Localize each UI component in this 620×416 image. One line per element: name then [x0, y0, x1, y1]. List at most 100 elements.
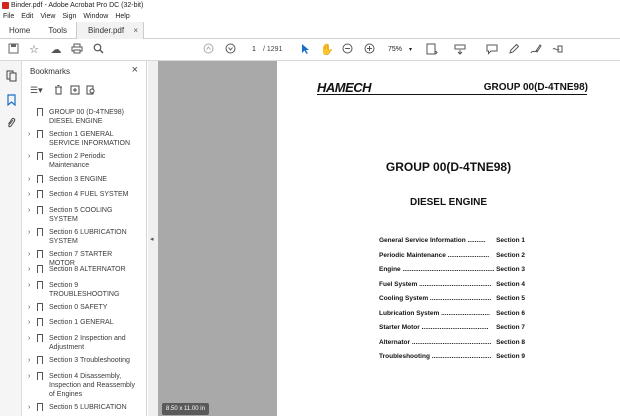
bookmark-item[interactable]: › Section 2 Periodic Maintenance — [22, 152, 136, 175]
toc-row: Periodic Maintenance ...................… — [379, 251, 525, 267]
chevron-right-icon[interactable]: › — [28, 356, 30, 365]
chevron-right-icon[interactable]: › — [28, 175, 30, 184]
bookmark-label: GROUP 00 (D-4TNE98) DIESEL ENGINE — [49, 109, 124, 125]
toc-label: Engine .................................… — [379, 266, 497, 273]
bookmark-label: Section 5 LUBRICATION — [49, 404, 127, 411]
menu-view[interactable]: View — [40, 11, 55, 22]
bookmark-panel-icon[interactable] — [5, 94, 17, 107]
bookmark-icon — [37, 281, 43, 289]
main-toolbar: ☆ ☁ 1 / 1291 ✋ 75% ▾ — [0, 39, 620, 61]
close-icon[interactable]: × — [132, 64, 138, 76]
bookmark-item[interactable]: › Section 6 LUBRICATION SYSTEM — [22, 228, 136, 250]
menu-help[interactable]: Help — [115, 11, 129, 22]
star-icon[interactable]: ☆ — [27, 43, 41, 57]
bookmark-item[interactable]: › Section 5 LUBRICATION — [22, 403, 136, 415]
chevron-right-icon[interactable]: › — [28, 228, 30, 237]
print-icon[interactable] — [70, 43, 84, 57]
bookmark-icon — [37, 152, 43, 160]
bookmark-item[interactable]: › Section 0 SAFETY — [22, 303, 136, 318]
zoom-in-icon[interactable] — [362, 43, 376, 57]
chevron-right-icon[interactable]: › — [28, 190, 30, 199]
next-page-icon[interactable] — [223, 43, 237, 57]
chevron-down-icon: ▾ — [408, 47, 412, 53]
menu-edit[interactable]: Edit — [21, 11, 33, 22]
tab-close-icon[interactable]: × — [133, 22, 138, 39]
bookmark-item[interactable]: › Section 5 COOLING SYSTEM — [22, 206, 136, 228]
tab-home[interactable]: Home — [0, 22, 39, 39]
table-of-contents: General Service Information .......... Se… — [379, 237, 525, 368]
draw-icon[interactable] — [529, 43, 543, 57]
bookmark-icon — [37, 265, 43, 273]
toc-label: Fuel System ............................… — [379, 280, 492, 288]
fill-sign-icon[interactable] — [550, 43, 564, 57]
options-menu-icon[interactable]: ☰▾ — [30, 85, 43, 96]
page-thumbnails-icon[interactable] — [5, 70, 17, 82]
bookmark-label: Section 4 FUEL SYSTEM — [49, 191, 129, 198]
find-bookmark-icon[interactable] — [86, 85, 96, 97]
bookmark-item[interactable]: › Section 4 Disassembly, Inspection and R… — [22, 372, 136, 403]
chevron-right-icon[interactable]: › — [28, 250, 30, 259]
chevron-right-icon[interactable]: › — [28, 130, 30, 139]
tab-document[interactable]: Binder.pdf × — [76, 22, 145, 39]
bookmark-label: Section 6 LUBRICATION SYSTEM — [49, 229, 127, 245]
scroll-mode-icon[interactable] — [453, 43, 467, 57]
bookmarks-panel: Bookmarks × ☰▾ GROUP 00 (D-4TNE98) DIESE… — [22, 61, 165, 416]
delete-bookmark-icon[interactable] — [54, 85, 63, 97]
panel-collapse-handle[interactable]: ◂ — [148, 61, 158, 416]
zoom-out-icon[interactable] — [340, 43, 354, 57]
zoom-level-select[interactable]: 75% ▾ — [383, 44, 415, 56]
highlight-pen-icon[interactable] — [507, 43, 521, 57]
tab-document-label: Binder.pdf — [88, 26, 125, 35]
bookmark-icon — [37, 318, 43, 326]
bookmark-item[interactable]: › Section 1 GENERAL — [22, 318, 136, 334]
menu-sign[interactable]: Sign — [62, 11, 76, 22]
menu-file[interactable]: File — [3, 11, 14, 22]
bookmark-item[interactable]: GROUP 00 (D-4TNE98) DIESEL ENGINE — [22, 108, 136, 130]
collapse-left-icon[interactable]: ◂ — [150, 235, 154, 243]
hamech-logo: HAMECH — [317, 80, 372, 95]
chevron-right-icon[interactable]: › — [28, 281, 30, 290]
bookmark-item[interactable]: › Section 3 ENGINE — [22, 175, 136, 190]
bookmark-icon — [37, 190, 43, 198]
bookmark-label: Section 3 Troubleshooting — [49, 357, 130, 364]
chevron-right-icon[interactable]: › — [28, 206, 30, 215]
bookmark-item[interactable]: › Section 9 TROUBLESHOOTING — [22, 281, 136, 303]
attachments-icon[interactable] — [5, 117, 17, 129]
toc-row: Lubrication System .....................… — [379, 309, 525, 325]
page-total: / 1291 — [263, 46, 283, 53]
toc-label: Alternator .............................… — [379, 338, 492, 346]
bookmark-item[interactable]: › Section 2 Inspection and Adjustment — [22, 334, 136, 356]
bookmark-item[interactable]: › Section 1 GENERAL SERVICE INFORMATION — [22, 130, 136, 152]
new-bookmark-icon[interactable] — [70, 85, 80, 97]
document-viewer[interactable]: 8.50 x 11.00 in HAMECH GROUP 00(D-4TNE98… — [158, 61, 620, 416]
chevron-right-icon[interactable]: › — [28, 152, 30, 161]
save-icon[interactable] — [6, 43, 20, 57]
bookmark-item[interactable]: › Section 8 ALTERNATOR — [22, 265, 136, 281]
toc-row: Cooling System .........................… — [379, 295, 525, 310]
previous-page-icon[interactable] — [201, 43, 215, 57]
chevron-right-icon[interactable]: › — [28, 265, 30, 274]
chevron-right-icon[interactable]: › — [28, 303, 30, 312]
bookmark-item[interactable]: › Section 7 STARTER MOTOR — [22, 250, 136, 267]
comment-icon[interactable] — [485, 43, 499, 57]
page-number-input[interactable]: 1 — [247, 44, 261, 56]
bookmark-icon — [37, 130, 43, 138]
page-display-icon[interactable] — [425, 43, 439, 57]
upload-cloud-icon[interactable]: ☁ — [49, 43, 63, 57]
chevron-right-icon[interactable]: › — [28, 318, 30, 327]
bookmark-icon — [37, 356, 43, 364]
chevron-right-icon[interactable]: › — [28, 334, 30, 343]
bookmark-label: Section 9 TROUBLESHOOTING — [49, 282, 120, 298]
select-cursor-icon[interactable] — [298, 43, 312, 57]
chevron-right-icon[interactable]: › — [28, 372, 30, 381]
hand-tool-icon[interactable]: ✋ — [320, 43, 334, 57]
bookmark-item[interactable]: › Section 3 Troubleshooting — [22, 356, 136, 372]
bookmark-item[interactable]: › Section 4 FUEL SYSTEM — [22, 190, 136, 206]
bookmark-label: Section 1 GENERAL SERVICE INFORMATION — [49, 131, 131, 147]
bookmark-icon — [37, 334, 43, 342]
search-icon[interactable] — [91, 43, 105, 57]
tab-tools[interactable]: Tools — [39, 22, 76, 39]
bookmark-icon — [37, 228, 43, 236]
menu-window[interactable]: Window — [83, 11, 108, 22]
chevron-right-icon[interactable]: › — [28, 403, 30, 412]
